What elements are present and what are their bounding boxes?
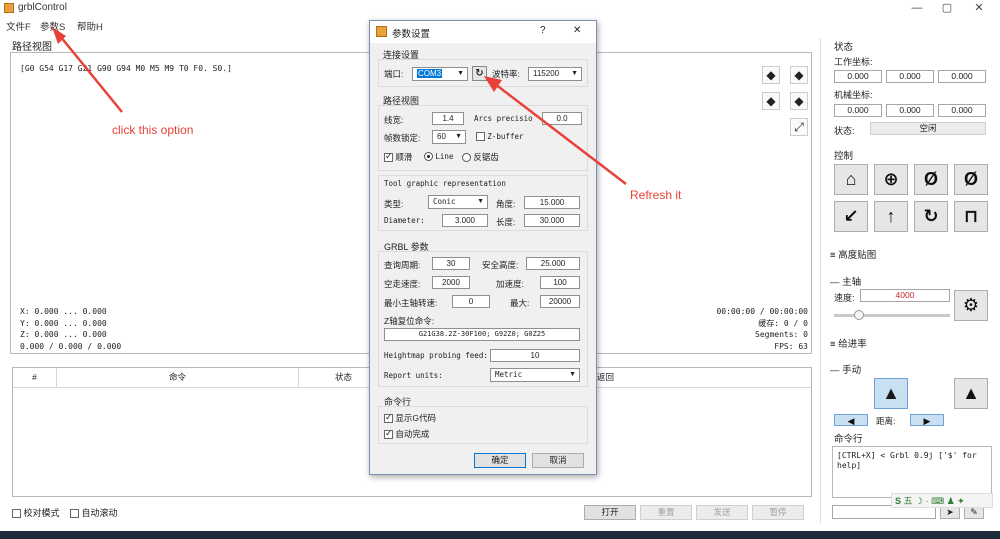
annotation-arrows [52, 27, 627, 185]
annotation-refresh: Refresh it [630, 188, 682, 202]
taskbar [0, 531, 1000, 539]
annotation-click-option: click this option [112, 123, 194, 137]
annotation-arrow-refresh [494, 83, 627, 185]
annotation-arrow-menu [59, 35, 123, 113]
annotation-arrowhead-refresh [484, 76, 502, 92]
